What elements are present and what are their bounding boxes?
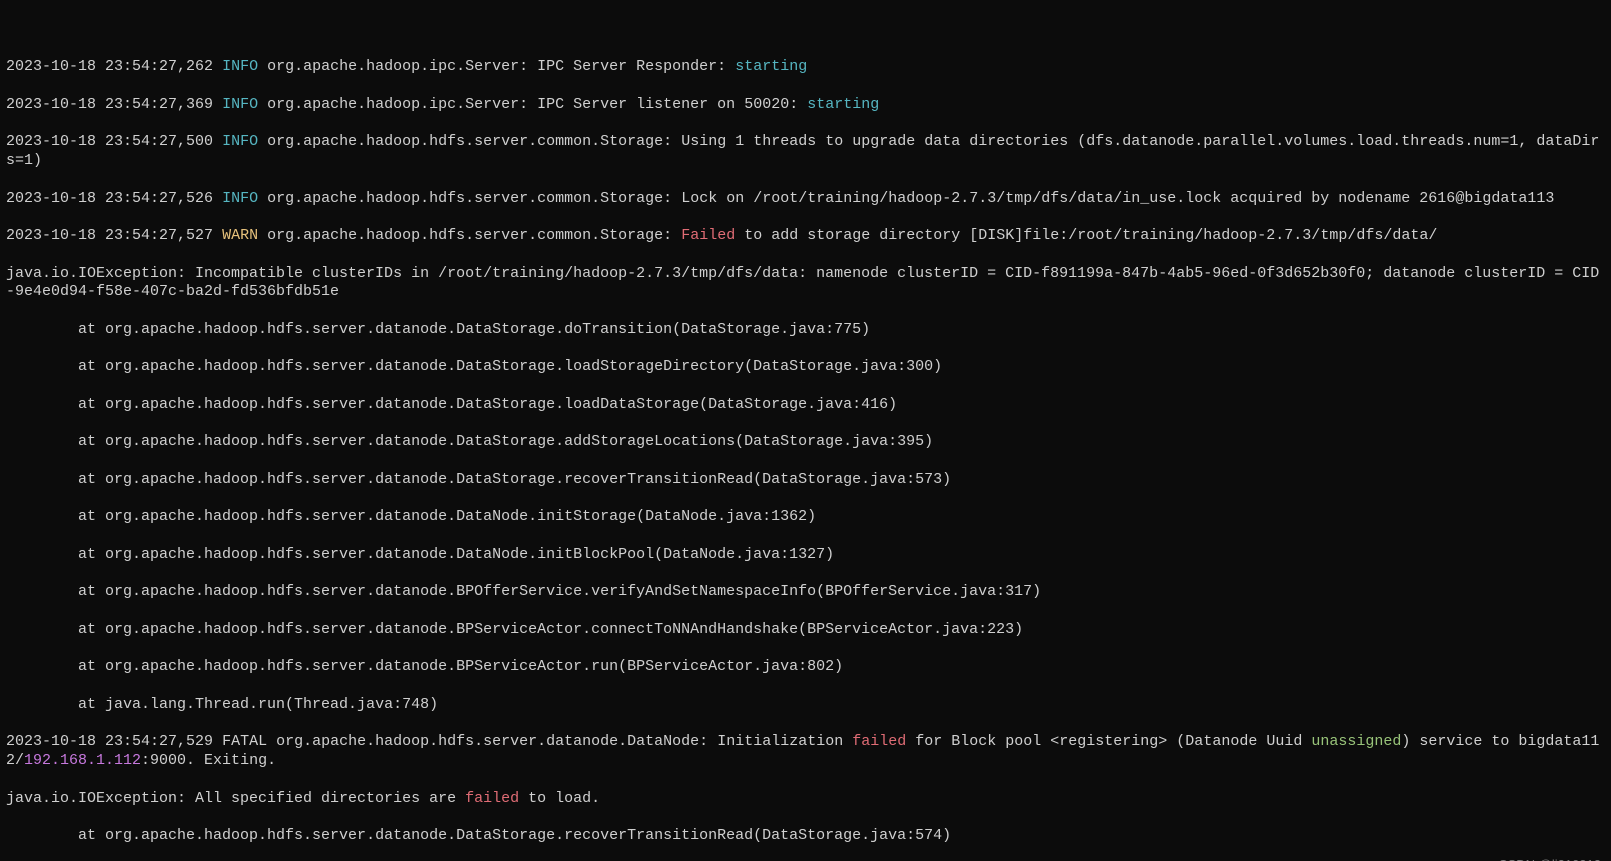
log-line: java.io.IOException: All specified direc… xyxy=(6,790,1605,809)
stack-line: at org.apache.hadoop.hdfs.server.datanod… xyxy=(6,471,1605,490)
stack-line: at org.apache.hadoop.hdfs.server.datanod… xyxy=(6,827,1605,846)
stack-line: at org.apache.hadoop.hdfs.server.datanod… xyxy=(6,358,1605,377)
stack-line: at org.apache.hadoop.hdfs.server.datanod… xyxy=(6,396,1605,415)
stack-line: at org.apache.hadoop.hdfs.server.datanod… xyxy=(6,321,1605,340)
stack-line: at org.apache.hadoop.hdfs.server.datanod… xyxy=(6,546,1605,565)
stack-line: at java.lang.Thread.run(Thread.java:748) xyxy=(6,696,1605,715)
stack-line: at org.apache.hadoop.hdfs.server.datanod… xyxy=(6,658,1605,677)
log-line: 2023-10-18 23:54:27,529 FATAL org.apache… xyxy=(6,733,1605,771)
log-line: 2023-10-18 23:54:27,369 INFO org.apache.… xyxy=(6,96,1605,115)
terminal-output: 2023-10-18 23:54:27,262 INFO org.apache.… xyxy=(0,38,1611,861)
watermark: CSDN @li210212 xyxy=(1498,857,1601,861)
log-line: 2023-10-18 23:54:27,526 INFO org.apache.… xyxy=(6,190,1605,209)
log-line: 2023-10-18 23:54:27,262 INFO org.apache.… xyxy=(6,58,1605,77)
stack-line: at org.apache.hadoop.hdfs.server.datanod… xyxy=(6,621,1605,640)
stack-line: at org.apache.hadoop.hdfs.server.datanod… xyxy=(6,508,1605,527)
log-line: 2023-10-18 23:54:27,527 WARN org.apache.… xyxy=(6,227,1605,246)
log-line: 2023-10-18 23:54:27,500 INFO org.apache.… xyxy=(6,133,1605,171)
stack-line: at org.apache.hadoop.hdfs.server.datanod… xyxy=(6,583,1605,602)
stack-line: at org.apache.hadoop.hdfs.server.datanod… xyxy=(6,433,1605,452)
log-line: java.io.IOException: Incompatible cluste… xyxy=(6,265,1605,303)
